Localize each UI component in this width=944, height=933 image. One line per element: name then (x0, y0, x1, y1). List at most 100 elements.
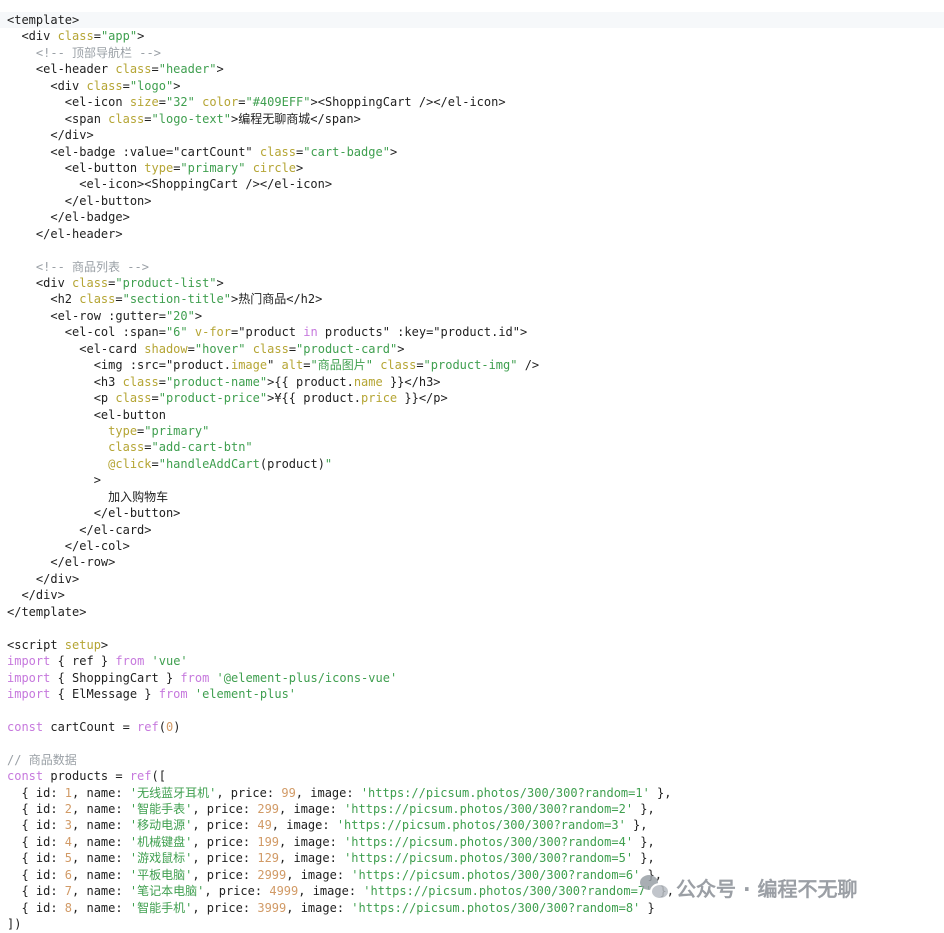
code-token: }}</p> (397, 391, 448, 406)
code-token: <div (7, 29, 58, 44)
code-token: <div (7, 276, 73, 290)
code-token: = (187, 341, 195, 356)
code-token: 6 (64, 867, 73, 882)
code-token: class (86, 78, 123, 93)
code-token: --> (120, 259, 149, 274)
code-line: <el-icon size="32" color="#409EFF"><Shop… (0, 94, 944, 110)
code-token: , name: (72, 785, 130, 800)
code-token: , image: (298, 884, 364, 899)
code-token: "add-cart-btn" (151, 440, 253, 455)
code-token: </el-col> (7, 539, 130, 553)
code-token: <el-icon><ShoppingCart /></el-icon> (7, 177, 333, 192)
code-token: , price: (192, 834, 258, 849)
code-token: ="product (231, 325, 304, 340)
code-token: ' (129, 834, 138, 849)
code-token: class (72, 276, 109, 290)
code-token: cartCount = (43, 719, 138, 734)
code-line: @click="handleAddCart(product)" (0, 456, 944, 472)
code-token: </div> (7, 128, 94, 143)
code-token: , image: (286, 900, 352, 915)
code-token: ref (137, 719, 159, 734)
code-token: ]) (7, 917, 22, 932)
code-token: , name: (72, 802, 130, 816)
code-token: <template> (7, 13, 80, 27)
code-token: = (158, 374, 166, 389)
code-token: "header" (158, 62, 217, 77)
code-token: type (144, 160, 174, 175)
code-token: { id: (7, 834, 65, 849)
code-line: </el-button> (0, 193, 944, 209)
code-token: 199 (257, 834, 280, 849)
code-token: }, (633, 851, 655, 866)
code-token: setup (64, 637, 101, 652)
code-token: class (79, 292, 116, 307)
code-line: { id: 1, name: '无线蓝牙耳机', price: 99, imag… (0, 785, 944, 801)
code-token: "product-list" (115, 276, 217, 290)
code-token: <script (7, 637, 65, 652)
code-token: products" :key="product.id"> (317, 325, 528, 340)
code-token: , price: (192, 851, 258, 866)
code-token: "product-card" (296, 341, 398, 356)
code-line: class="add-cart-btn" (0, 439, 944, 455)
code-token: { id: (7, 867, 65, 882)
code-token: 商品图片 (317, 358, 366, 373)
code-token: </div> (7, 588, 65, 603)
code-line: <!-- 顶部导航栏 --> (0, 45, 944, 61)
watermark: 公众号 · 编程不无聊 (640, 870, 858, 904)
code-token: <span (7, 111, 109, 126)
code-line: </template> (0, 604, 944, 620)
code-line: <script setup> (0, 637, 944, 653)
code-token: alt (281, 358, 304, 373)
code-line: </el-row> (0, 554, 944, 570)
code-token: , name: (72, 818, 130, 833)
code-token: > (296, 160, 304, 175)
code-token: 3999 (257, 900, 287, 915)
code-line: <div class="product-list"> (0, 275, 944, 291)
code-token: , price: (192, 867, 258, 882)
code-line: <template> (0, 12, 944, 29)
watermark-text: 公众号 · 编程不无聊 (676, 876, 858, 901)
code-token: <el-header (7, 62, 116, 77)
code-line: </div> (0, 571, 944, 587)
code-token: , name: (72, 900, 130, 915)
code-token: >{{ product. (267, 374, 354, 389)
code-token: 299 (257, 802, 280, 816)
code-token: --> (132, 45, 161, 60)
code-line: const products = ref([ (0, 768, 944, 784)
code-token: > (194, 308, 203, 323)
code-token: " (365, 358, 373, 373)
code-token: 'https://picsum.photos/300/300?random=2' (344, 802, 634, 816)
code-line: </el-col> (0, 538, 944, 554)
code-token: ([ (151, 769, 166, 784)
code-line: <el-header class="header"> (0, 61, 944, 77)
code-token: products = (43, 769, 130, 784)
code-token: "hover" (194, 341, 246, 356)
code-token: ' (129, 785, 138, 800)
code-token: 49 (257, 818, 272, 833)
code-token: = (416, 358, 424, 373)
code-token: "primary" (144, 423, 210, 438)
code-token: > (216, 62, 224, 77)
code-token: 1 (64, 785, 73, 800)
code-token: 无线蓝牙耳机 (137, 785, 210, 800)
code-token: </h2> (286, 292, 323, 307)
code-token: 顶部导航栏 (72, 45, 133, 60)
code-token: class (7, 440, 145, 455)
code-token: ' (129, 867, 138, 882)
code-token: , image: (279, 834, 345, 849)
code-line: </div> (0, 587, 944, 603)
code-token: " (324, 456, 333, 471)
code-token: 'https://picsum.photos/300/300?random=5' (344, 851, 634, 866)
code-token: = (151, 62, 159, 77)
code-token: v-for (194, 325, 231, 340)
code-token: >¥{{ product. (267, 391, 362, 406)
code-token: import (7, 686, 51, 701)
code-token: }, (625, 818, 648, 833)
code-line: </div> (0, 127, 944, 143)
code-token: class (122, 374, 159, 389)
code-token: { id: (7, 851, 65, 866)
code-token: ' (129, 818, 138, 833)
code-token: { ref } (50, 654, 116, 669)
